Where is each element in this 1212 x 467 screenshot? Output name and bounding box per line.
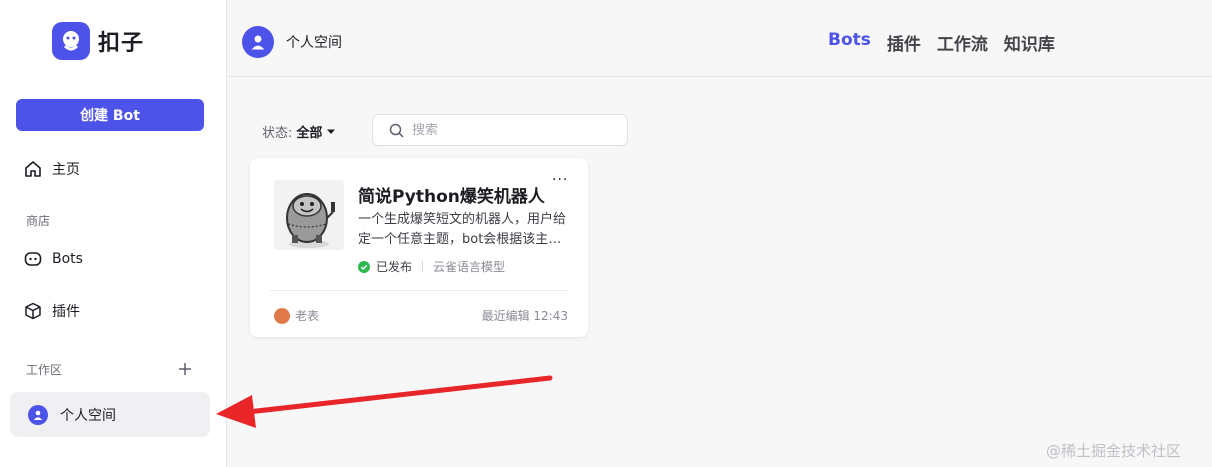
sidebar-item-personal-space[interactable]: 个人空间 bbox=[10, 392, 210, 437]
sidebar-item-bots[interactable]: Bots bbox=[16, 242, 206, 276]
search-icon bbox=[389, 123, 404, 138]
logo-icon bbox=[52, 22, 90, 60]
author-name: 老表 bbox=[295, 309, 320, 323]
sidebar-item-label: 主页 bbox=[52, 162, 80, 178]
header: 个人空间 Bots 插件 工作流 知识库 bbox=[228, 0, 1212, 77]
sidebar-item-label: 个人空间 bbox=[60, 407, 116, 424]
bot-card[interactable]: 简说Python爆笑机器人 ··· 一个生成爆笑短文的机器人，用户给定一个任意主… bbox=[250, 158, 588, 337]
sidebar-item-label: 插件 bbox=[52, 304, 80, 320]
add-workspace-button[interactable] bbox=[176, 360, 194, 378]
tab-plugins[interactable]: 插件 bbox=[887, 30, 921, 55]
model-name: 云雀语言模型 bbox=[433, 260, 506, 274]
sidebar-item-plugins[interactable]: 插件 bbox=[16, 294, 206, 328]
card-divider bbox=[270, 290, 568, 291]
sidebar-item-label: Bots bbox=[52, 251, 83, 267]
tab-knowledge[interactable]: 知识库 bbox=[1004, 30, 1055, 55]
bot-meta: 已发布 云雀语言模型 bbox=[358, 258, 505, 275]
tab-workflows[interactable]: 工作流 bbox=[937, 30, 988, 55]
user-icon bbox=[28, 404, 48, 425]
top-tabs: Bots 插件 工作流 知识库 bbox=[828, 30, 1055, 55]
plus-icon bbox=[179, 363, 191, 375]
more-options-button[interactable]: ··· bbox=[552, 172, 568, 188]
store-section-label: 商店 bbox=[26, 214, 51, 228]
status-filter-label: 状态: bbox=[262, 126, 293, 141]
create-bot-button[interactable]: 创建 Bot bbox=[16, 99, 204, 131]
sidebar: 扣子 创建 Bot 主页 商店 Bots 插件 工作区 个人空间 bbox=[0, 0, 227, 467]
search-input[interactable] bbox=[412, 122, 612, 138]
bot-avatar-image bbox=[274, 180, 344, 250]
check-circle-icon bbox=[358, 260, 370, 273]
annotation-arrow-icon bbox=[216, 375, 553, 428]
author: 老表 bbox=[274, 307, 319, 324]
meta-divider bbox=[422, 261, 424, 272]
home-icon bbox=[24, 160, 42, 178]
user-icon bbox=[242, 26, 274, 58]
last-edited: 最近编辑 12:43 bbox=[481, 309, 568, 323]
cube-icon bbox=[24, 302, 42, 320]
caret-down-icon bbox=[327, 129, 336, 134]
bot-description: 一个生成爆笑短文的机器人，用户给定一个任意主题，bot会根据该主题生成爆笑短文 bbox=[358, 212, 567, 247]
status-filter-value: 全部 bbox=[296, 126, 323, 141]
workspace-section-label: 工作区 bbox=[26, 363, 63, 377]
space-switcher[interactable]: 个人空间 bbox=[242, 26, 342, 58]
brand-name: 扣子 bbox=[98, 31, 145, 56]
search-box[interactable] bbox=[372, 114, 628, 146]
tab-bots[interactable]: Bots bbox=[828, 30, 871, 55]
status-filter[interactable]: 状态: 全部 bbox=[262, 122, 336, 141]
avatar bbox=[274, 307, 290, 324]
sidebar-item-home[interactable]: 主页 bbox=[16, 152, 206, 186]
logo[interactable]: 扣子 bbox=[52, 22, 144, 60]
watermark: @稀土掘金技术社区 bbox=[1046, 442, 1182, 460]
bot-title: 简说Python爆笑机器人 bbox=[358, 187, 545, 207]
status-badge: 已发布 bbox=[376, 260, 413, 274]
bot-icon bbox=[24, 250, 42, 268]
space-name: 个人空间 bbox=[286, 35, 342, 51]
